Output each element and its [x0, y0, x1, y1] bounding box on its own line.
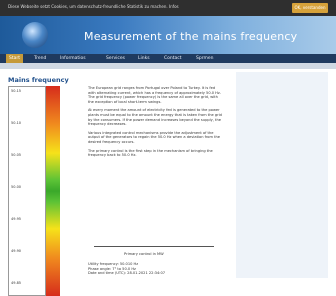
article-paragraph: The primary control is the first step in… — [88, 148, 213, 158]
nav-item-links[interactable]: Links — [138, 54, 150, 63]
nav-item-contact[interactable]: Contact — [164, 54, 182, 63]
frequency-stats: Utility frequency: 50.010 Hz Phase angle… — [88, 262, 165, 276]
nav-item-services[interactable]: Services — [106, 54, 125, 63]
datetime: Date and time (UTC): 28.01.2021 22:34:07 — [88, 271, 166, 276]
article-text: The European grid ranges from Portugal o… — [88, 86, 222, 162]
content-heading: Mains frequency — [8, 76, 69, 84]
scale-tick: 50.15 — [11, 89, 22, 93]
article-paragraph: Various integrated control mechanisms pr… — [88, 130, 221, 144]
sub-bar — [0, 63, 336, 69]
scale-tick: 49.95 — [11, 217, 22, 221]
main-nav: Start Trend Informatios Services Links C… — [0, 54, 336, 63]
nav-item-info[interactable]: Informatios — [60, 54, 86, 63]
cookie-text: Diese Webseite setzt Cookies, um datensc… — [8, 4, 179, 9]
scale-tick: 50.00 — [11, 185, 22, 189]
scale-tick: 49.90 — [11, 249, 22, 253]
nav-item-trend[interactable]: Trend — [34, 54, 46, 63]
scale-tick: 49.85 — [11, 281, 22, 285]
meter-label: Primary control in MW — [124, 252, 164, 256]
globe-logo-icon — [22, 22, 48, 48]
sidebar-panel — [236, 72, 328, 278]
scale-tick: 50.05 — [11, 153, 22, 157]
frequency-gauge — [46, 86, 60, 296]
primary-control-meter — [94, 232, 214, 247]
nav-item-sprmen[interactable]: Sprmen — [196, 54, 214, 63]
frequency-scale: 50.15 50.10 50.05 50.00 49.95 49.90 49.8… — [8, 86, 46, 296]
scale-tick: 50.10 — [11, 121, 22, 125]
cookie-banner: Diese Webseite setzt Cookies, um datensc… — [0, 0, 336, 16]
article-paragraph: The European grid ranges from Portugal o… — [88, 86, 221, 104]
page-title: Measurement of the mains frequency — [84, 30, 298, 43]
nav-item-start[interactable]: Start — [6, 54, 23, 63]
article-paragraph: At every moment the amount of electricit… — [88, 108, 222, 127]
cookie-ok-button[interactable]: OK, verstanden — [292, 3, 328, 13]
